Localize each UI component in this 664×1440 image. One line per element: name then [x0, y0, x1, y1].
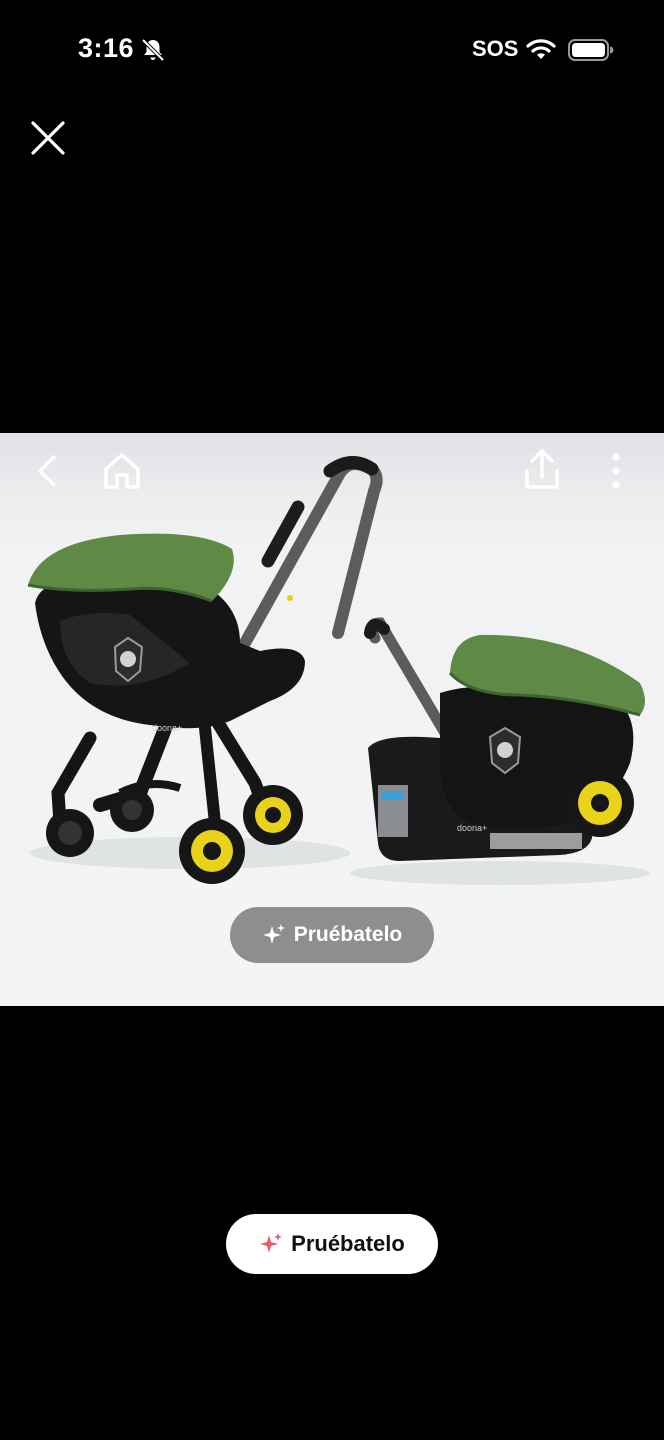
close-icon — [31, 121, 65, 155]
brand-mark-right: doona+ — [457, 823, 487, 833]
wifi-icon — [526, 39, 556, 59]
bell-slash-icon — [141, 38, 165, 62]
sparkle-icon — [260, 1233, 283, 1253]
try-on-overlay-label: Pruébatelo — [293, 923, 403, 946]
chevron-left-icon — [38, 455, 56, 487]
product-image[interactable]: doona+ doona+ Pruébatelo — [0, 433, 664, 1006]
share-button[interactable] — [518, 445, 566, 495]
status-bar: 3:16 SOS — [0, 0, 664, 100]
carrier-label: SOS — [472, 36, 519, 61]
sparkle-icon — [262, 924, 285, 944]
try-on-label: Pruébatelo — [291, 1231, 405, 1256]
back-button[interactable] — [26, 449, 66, 493]
try-on-overlay-button[interactable]: Pruébatelo — [230, 907, 434, 963]
more-button[interactable] — [598, 447, 634, 495]
home-icon — [104, 453, 140, 489]
more-vertical-icon — [612, 453, 620, 489]
share-icon — [525, 449, 559, 489]
battery-icon — [568, 39, 614, 61]
brand-mark-left: doona+ — [152, 723, 182, 733]
close-button[interactable] — [26, 116, 70, 160]
status-time: 3:16 — [78, 33, 135, 63]
try-on-button[interactable]: Pruébatelo — [226, 1214, 438, 1274]
home-button[interactable] — [98, 447, 146, 495]
